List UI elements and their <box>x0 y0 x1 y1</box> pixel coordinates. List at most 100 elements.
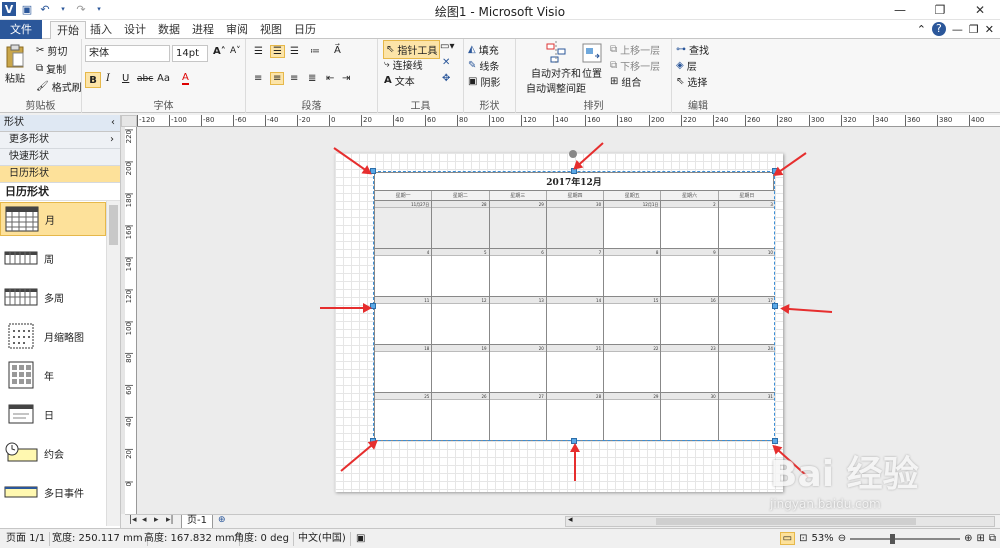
help-icon[interactable]: ? <box>931 22 946 36</box>
stencil-scrollbar[interactable] <box>106 201 120 526</box>
font-size-select[interactable]: 14pt <box>172 45 208 62</box>
align-top-button[interactable]: ☰ <box>254 46 263 57</box>
more-shapes-button[interactable]: 更多形状 › <box>0 132 120 149</box>
bring-forward-button[interactable]: ⧉ 上移一层 <box>610 42 660 57</box>
page-tab[interactable]: 页-1 <box>181 515 213 529</box>
window-restore-icon[interactable]: ❐ <box>969 23 979 36</box>
shrink-font-button[interactable]: A˅ <box>230 46 241 56</box>
close-icon[interactable]: ✕ <box>960 0 1000 20</box>
shadow-button[interactable]: ▣ 阴影 <box>468 74 500 89</box>
fit-page-icon[interactable]: ⊞ <box>976 533 984 544</box>
line-button[interactable]: ✎ 线条 <box>468 58 499 73</box>
stencil-item-week[interactable]: 周 <box>0 241 106 275</box>
paste-button[interactable]: 粘贴 <box>4 43 26 85</box>
prev-page-icon[interactable]: ◂ <box>142 515 147 525</box>
rectangle-tool-button[interactable]: ▭▾ <box>440 41 454 52</box>
font-color-button[interactable]: A <box>182 72 189 85</box>
stencil-item-label: 周 <box>44 254 54 266</box>
ruler-tick-label: 60 <box>125 385 133 395</box>
position-button[interactable]: 位置 <box>581 41 603 80</box>
tab-calendar[interactable]: 日历 <box>288 21 322 39</box>
zoom-slider[interactable] <box>850 533 961 544</box>
stencil-item-multi-week[interactable]: 多周 <box>0 280 106 314</box>
font-family-select[interactable]: 宋体 <box>85 45 170 62</box>
align-left-button[interactable]: ≡ <box>254 73 262 84</box>
align-middle-button[interactable]: ☰ <box>270 45 285 58</box>
full-screen-icon[interactable]: ▭ <box>779 532 796 545</box>
bullets-button[interactable]: ≔ <box>310 46 320 57</box>
find-button[interactable]: ⊶ 查找 <box>676 42 709 57</box>
stencil-item-multi-day-event[interactable]: 多日事件 <box>0 475 106 509</box>
drawing-page[interactable]: 2017年12月 星期一 星期二 星期三 星期四 星期五 星期六 星期日 11月… <box>335 150 783 492</box>
underline-button[interactable]: U <box>122 73 129 84</box>
decrease-indent-button[interactable]: ⇤ <box>326 73 334 84</box>
tab-view[interactable]: 视图 <box>254 21 288 39</box>
connector-button[interactable]: ⤷ 连接线 <box>384 57 423 72</box>
close-tool-button[interactable]: ✕ <box>442 57 450 68</box>
bold-button[interactable]: B <box>85 72 101 88</box>
tab-data[interactable]: 数据 <box>152 21 186 39</box>
tab-review[interactable]: 审阅 <box>220 21 254 39</box>
window-close-icon[interactable]: ✕ <box>985 23 994 36</box>
window-minimize-icon[interactable]: — <box>952 23 963 36</box>
ruler-tick-label: 60 <box>425 115 436 126</box>
increase-indent-button[interactable]: ⇥ <box>342 73 350 84</box>
strikethrough-button[interactable]: abc <box>137 74 153 84</box>
minimize-ribbon-icon[interactable]: ⌃ <box>917 23 926 36</box>
restore-icon[interactable]: ❐ <box>920 0 960 20</box>
macro-record-icon[interactable]: ▣ <box>352 532 369 546</box>
group-button[interactable]: ⊞ 组合 <box>610 74 641 89</box>
minimize-icon[interactable]: — <box>880 0 920 20</box>
align-center-button[interactable]: ≡ <box>270 72 285 85</box>
quick-shapes-button[interactable]: 快速形状 <box>0 149 120 166</box>
next-page-icon[interactable]: ▸ <box>154 515 159 525</box>
text-direction-button[interactable]: A⃗ <box>334 45 341 56</box>
zoom-level[interactable]: 53% <box>811 533 833 544</box>
last-page-icon[interactable]: ▸| <box>166 515 174 525</box>
rotation-handle[interactable] <box>569 150 577 158</box>
format-painter-button[interactable]: 🖌 格式刷 <box>36 79 82 94</box>
grow-font-button[interactable]: A˄ <box>213 46 226 57</box>
layer-label: 层 <box>686 62 697 73</box>
layer-button[interactable]: ◈ 层 <box>676 58 697 73</box>
resize-handle-right[interactable] <box>772 303 778 309</box>
tab-design[interactable]: 设计 <box>118 21 152 39</box>
tab-file[interactable]: 文件 <box>0 20 42 39</box>
copy-button[interactable]: ⧉ 复制 <box>36 61 66 76</box>
stencil-item-month-thumbnail[interactable]: 月缩略图 <box>0 319 106 353</box>
change-case-button[interactable]: Aa <box>157 73 170 84</box>
fill-button[interactable]: ◭ 填充 <box>468 42 499 57</box>
cut-button[interactable]: ✂ 剪切 <box>36 43 67 58</box>
italic-button[interactable]: I <box>106 73 110 84</box>
stencil-item-day[interactable]: 日 <box>0 397 106 431</box>
connection-point-button[interactable]: ✥ <box>442 73 450 84</box>
tab-process[interactable]: 进程 <box>186 21 220 39</box>
ruler-tick-label: 20 <box>125 449 133 459</box>
collapse-pane-icon[interactable]: ‹ <box>111 115 115 131</box>
align-bottom-button[interactable]: ☰ <box>290 46 299 57</box>
zoom-out-icon[interactable]: ⊖ <box>838 533 846 544</box>
text-tool-button[interactable]: A 文本 <box>384 73 415 88</box>
scroll-left-icon[interactable]: ◂ <box>568 515 573 525</box>
tab-insert[interactable]: 插入 <box>84 21 118 39</box>
insert-page-icon[interactable]: ⊕ <box>218 515 226 525</box>
zoom-slider-knob[interactable] <box>890 533 896 544</box>
presentation-icon[interactable]: ⊡ <box>799 533 807 544</box>
auto-align-button[interactable]: 自动对齐和 自动调整间距 <box>526 41 586 95</box>
stencil-item-appointment[interactable]: 约会 <box>0 436 106 470</box>
align-right-button[interactable]: ≡ <box>290 73 298 84</box>
tab-home[interactable]: 开始 <box>50 21 86 40</box>
status-language[interactable]: 中文(中国) <box>294 532 351 546</box>
select-button[interactable]: ⇖ 选择 <box>676 74 707 89</box>
scrollbar-thumb[interactable] <box>109 205 118 245</box>
send-backward-button[interactable]: ⧉ 下移一层 <box>610 58 660 73</box>
zoom-in-icon[interactable]: ⊕ <box>964 533 972 544</box>
stencil-item-year[interactable]: 年 <box>0 358 106 392</box>
first-page-icon[interactable]: |◂ <box>129 515 137 525</box>
switch-windows-icon[interactable]: ⧉ <box>989 533 996 544</box>
status-page[interactable]: 页面 1/1 <box>2 532 51 546</box>
justify-button[interactable]: ≣ <box>308 73 316 84</box>
ruler-tick-label: 20 <box>361 115 372 126</box>
stencil-item-month[interactable]: 月 <box>0 202 106 236</box>
calendar-shapes-button[interactable]: 日历形状 <box>0 166 120 183</box>
